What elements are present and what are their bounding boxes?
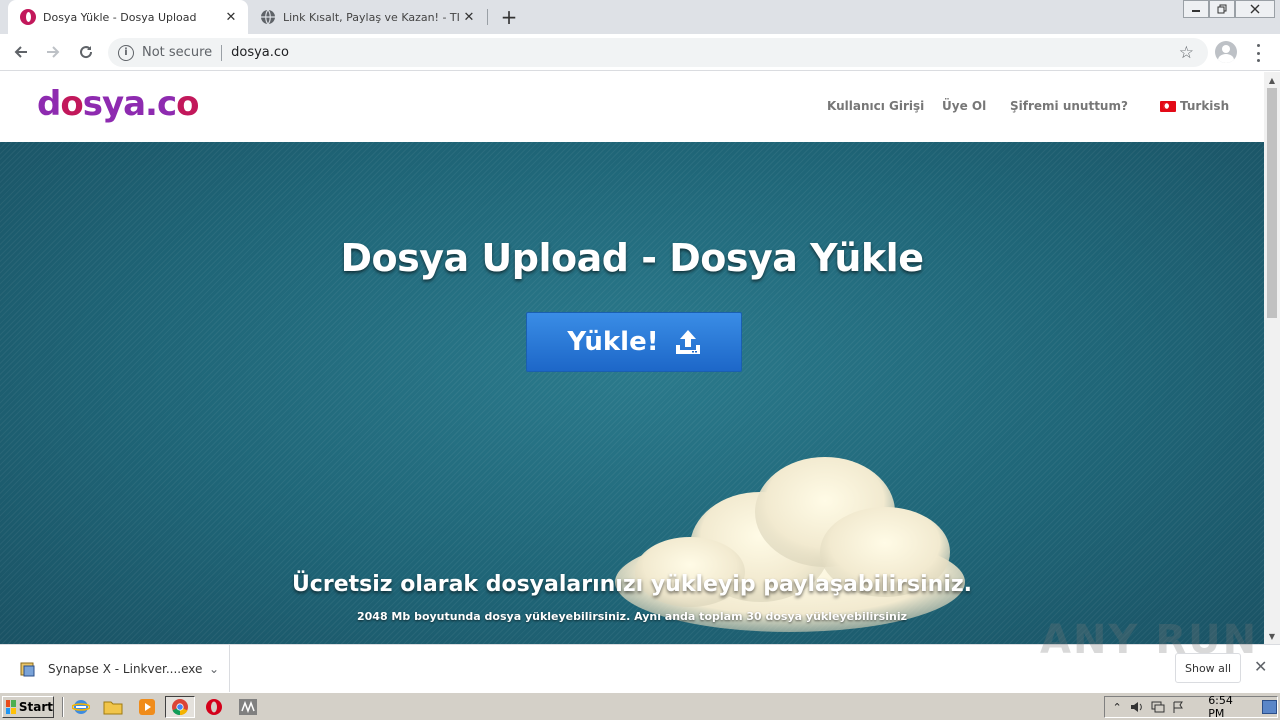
minimize-button[interactable] bbox=[1183, 0, 1209, 18]
app-icon[interactable] bbox=[233, 696, 263, 718]
hero-subtitle: Ücretsiz olarak dosyalarınızı yükleyip p… bbox=[291, 572, 973, 597]
tab-strip: Dosya Yükle - Dosya Upload ✕ Link Kısalt… bbox=[0, 0, 1280, 34]
site-logo[interactable]: dosya.co bbox=[37, 84, 200, 124]
back-arrow-icon bbox=[14, 46, 27, 58]
tab-tikla[interactable]: Link Kısalt, Paylaş ve Kazan! - TIK.LA ✕ bbox=[250, 0, 486, 34]
new-tab-button[interactable]: + bbox=[499, 5, 519, 29]
volume-icon[interactable] bbox=[1129, 699, 1145, 715]
show-desktop-icon[interactable] bbox=[1262, 700, 1277, 714]
bookmark-star-icon[interactable]: ☆ bbox=[1179, 43, 1194, 63]
tray-expand-icon[interactable]: ⌃ bbox=[1109, 699, 1125, 715]
page-scrollbar[interactable]: ▲ ▼ bbox=[1264, 72, 1280, 644]
network-icon[interactable] bbox=[1150, 699, 1166, 715]
nav-login-link[interactable]: Kullanıcı Girişi bbox=[827, 99, 924, 113]
globe-icon bbox=[260, 9, 276, 25]
forward-button[interactable] bbox=[41, 40, 65, 64]
tab-close-icon[interactable]: ✕ bbox=[222, 8, 240, 26]
ie-icon[interactable] bbox=[66, 696, 96, 718]
scroll-thumb[interactable] bbox=[1267, 88, 1277, 318]
close-shelf-icon[interactable]: ✕ bbox=[1254, 657, 1267, 676]
opera-favicon-icon bbox=[20, 9, 36, 25]
explorer-folder-icon[interactable] bbox=[98, 696, 128, 718]
url-text[interactable]: dosya.co bbox=[231, 45, 289, 60]
reload-icon bbox=[80, 46, 93, 59]
hero-title: Dosya Upload - Dosya Yükle bbox=[340, 236, 924, 280]
tab-separator bbox=[487, 9, 488, 25]
back-button[interactable] bbox=[9, 40, 33, 64]
upload-button[interactable]: Yükle! bbox=[526, 312, 742, 372]
profile-avatar-icon[interactable] bbox=[1215, 41, 1237, 63]
address-separator bbox=[221, 44, 223, 61]
scroll-down-arrow-icon[interactable]: ▼ bbox=[1264, 628, 1280, 644]
turkey-flag-icon bbox=[1160, 101, 1176, 112]
windows-taskbar: Start ⌃ 6:54 PM bbox=[0, 692, 1280, 720]
clock[interactable]: 6:54 PM bbox=[1208, 694, 1248, 720]
download-item[interactable]: Synapse X - Linkver....exe ⌄ bbox=[14, 645, 230, 692]
show-all-button[interactable]: Show all bbox=[1175, 653, 1241, 683]
browser-menu-icon[interactable] bbox=[1250, 44, 1266, 62]
tab-close-icon[interactable]: ✕ bbox=[460, 8, 478, 26]
chrome-icon[interactable] bbox=[165, 696, 195, 718]
system-tray: ⌃ 6:54 PM bbox=[1104, 694, 1278, 720]
flag-icon[interactable] bbox=[1170, 699, 1186, 715]
tab-title: Link Kısalt, Paylaş ve Kazan! - TIK.LA bbox=[283, 10, 460, 24]
scroll-up-arrow-icon[interactable]: ▲ bbox=[1264, 72, 1280, 88]
address-bar[interactable]: i Not secure dosya.co ☆ bbox=[108, 38, 1208, 67]
cloud-illustration bbox=[615, 457, 965, 632]
nav-forgot-password-link[interactable]: Şifremi unuttum? bbox=[1010, 99, 1128, 113]
opera-icon[interactable] bbox=[199, 696, 229, 718]
browser-toolbar: i Not secure dosya.co ☆ bbox=[0, 34, 1280, 71]
windows-logo-icon bbox=[6, 700, 16, 714]
page-viewport: dosya.co Kullanıcı Girişi Üye Ol Şifremi… bbox=[0, 72, 1264, 644]
upload-button-label: Yükle! bbox=[567, 327, 659, 357]
upload-icon bbox=[675, 330, 700, 354]
tab-title: Dosya Yükle - Dosya Upload bbox=[43, 10, 197, 24]
start-button[interactable]: Start bbox=[2, 696, 54, 718]
reload-button[interactable] bbox=[74, 40, 98, 64]
language-selector[interactable]: Turkish bbox=[1180, 99, 1229, 113]
info-icon[interactable]: i bbox=[118, 44, 134, 61]
restore-button[interactable] bbox=[1209, 0, 1235, 18]
hero-section: Dosya Upload - Dosya Yükle Yükle! Ücrets… bbox=[0, 142, 1264, 644]
download-shelf: Synapse X - Linkver....exe ⌄ ANY RUN Sho… bbox=[0, 617, 1280, 692]
taskbar-separator bbox=[62, 697, 64, 717]
forward-arrow-icon bbox=[47, 46, 60, 58]
nav-register-link[interactable]: Üye Ol bbox=[942, 99, 986, 113]
tab-dosya[interactable]: Dosya Yükle - Dosya Upload ✕ bbox=[8, 0, 248, 34]
media-player-icon[interactable] bbox=[132, 696, 162, 718]
exe-file-icon bbox=[20, 662, 35, 676]
site-header: dosya.co Kullanıcı Girişi Üye Ol Şifremi… bbox=[0, 72, 1264, 142]
close-window-button[interactable] bbox=[1235, 0, 1275, 18]
chevron-down-icon[interactable]: ⌄ bbox=[209, 662, 229, 676]
download-filename: Synapse X - Linkver....exe bbox=[48, 661, 203, 676]
security-label: Not secure bbox=[142, 45, 213, 60]
